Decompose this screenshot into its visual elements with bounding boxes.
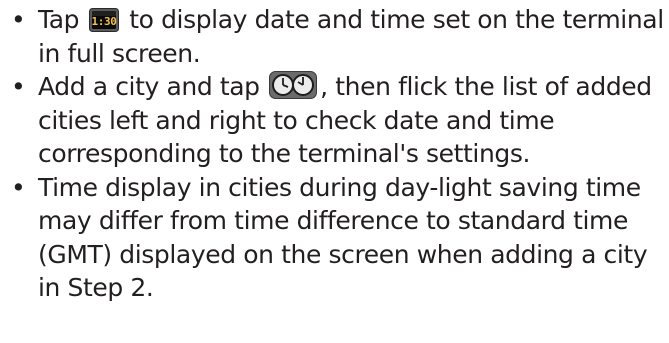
- item-text-after-icon: to display date and time set on the term…: [38, 5, 664, 68]
- item-text-before-icon: Tap: [38, 5, 87, 34]
- clock-display-icon[interactable]: 1:30: [88, 8, 119, 32]
- list-item: • Add a city and tap , then flick the li…: [0, 70, 669, 171]
- dual-clock-icon[interactable]: [269, 71, 318, 99]
- item-text: Time display in cities during day-light …: [38, 172, 648, 303]
- bullet-list: • Tap 1:30 to display date and time set …: [0, 3, 669, 305]
- document-page: • Tap 1:30 to display date and time set …: [0, 0, 669, 343]
- item-text-before-icon: Add a city and tap: [38, 72, 268, 101]
- bullet-marker: •: [11, 72, 26, 101]
- list-item: • Time display in cities during day-ligh…: [0, 171, 669, 305]
- bullet-marker: •: [11, 5, 26, 34]
- list-item: • Tap 1:30 to display date and time set …: [0, 3, 669, 70]
- clock-display-digits: 1:30: [91, 15, 116, 28]
- bullet-marker: •: [11, 172, 26, 202]
